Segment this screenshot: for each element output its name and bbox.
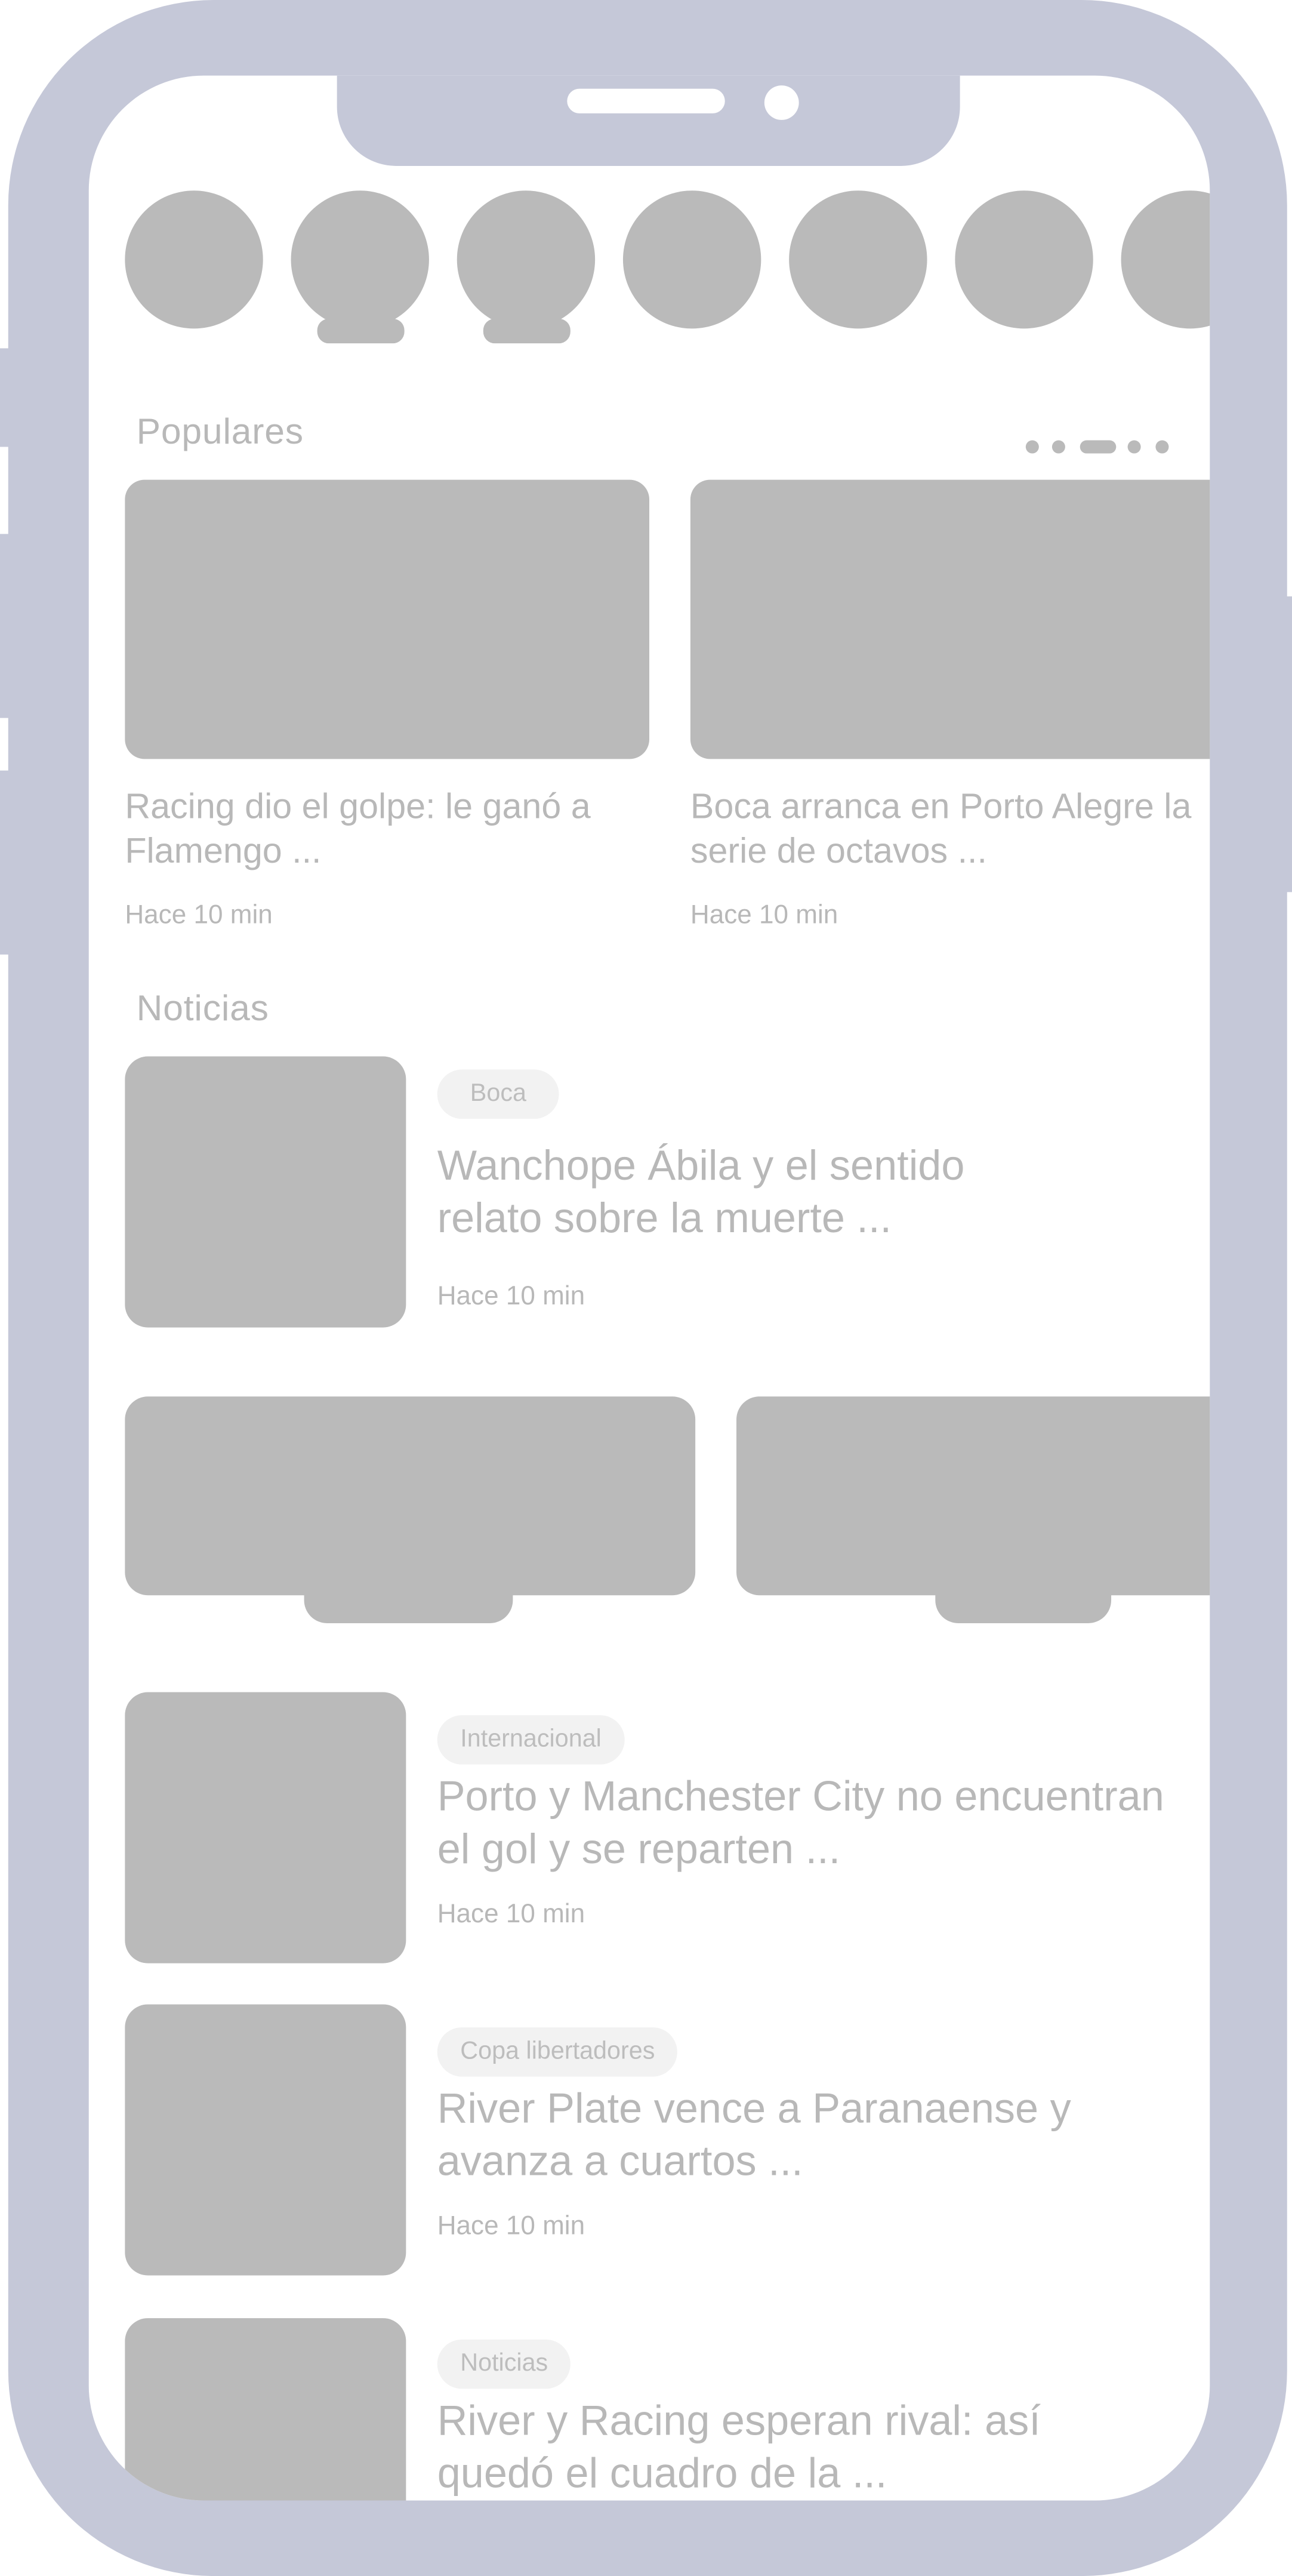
speaker bbox=[567, 88, 725, 113]
news-item-tag[interactable]: Noticias bbox=[437, 2339, 571, 2389]
volume-down-button bbox=[0, 770, 10, 955]
story-live-badge bbox=[317, 318, 405, 344]
banner-card-tab bbox=[935, 1554, 1112, 1623]
section-title-noticias: Noticias bbox=[136, 987, 269, 1029]
news-item-tag[interactable]: Internacional bbox=[437, 1715, 625, 1765]
camera-icon bbox=[764, 85, 799, 120]
news-item-title[interactable]: River Plate vence a Paranaense y avanza … bbox=[437, 2083, 1194, 2189]
popular-card-image bbox=[690, 479, 1210, 759]
pager-dot[interactable] bbox=[1155, 440, 1169, 454]
story-avatar[interactable] bbox=[622, 190, 761, 329]
screen: Populares Racing dio el golpe: le ganó a… bbox=[88, 75, 1210, 2501]
popular-card-time: Hace 10 min bbox=[690, 901, 838, 930]
news-item-image bbox=[125, 2004, 406, 2276]
news-item-title[interactable]: River y Racing esperan rival: así quedó … bbox=[437, 2395, 1128, 2500]
story-avatar[interactable] bbox=[291, 190, 429, 329]
news-item-title[interactable]: Wanchope Ábila y el sentido relato sobre… bbox=[437, 1140, 1062, 1245]
popular-card-image bbox=[125, 479, 650, 759]
phone-mockup: Populares Racing dio el golpe: le ganó a… bbox=[0, 0, 1292, 2576]
news-item-time: Hace 10 min bbox=[437, 1283, 585, 1312]
popular-card-title[interactable]: Racing dio el golpe: le ganó a Flamengo … bbox=[125, 785, 650, 874]
banner-card-tab bbox=[304, 1554, 513, 1623]
notch bbox=[337, 75, 960, 166]
news-item-image bbox=[125, 1056, 406, 1328]
story-avatar[interactable] bbox=[125, 190, 263, 329]
story-avatar[interactable] bbox=[955, 190, 1093, 329]
news-item-time: Hace 10 min bbox=[437, 2212, 585, 2241]
pager-dot-active[interactable] bbox=[1080, 440, 1117, 454]
pager-dot[interactable] bbox=[1127, 440, 1141, 454]
story-avatar[interactable] bbox=[789, 190, 927, 329]
mute-switch bbox=[0, 348, 10, 447]
popular-card-time: Hace 10 min bbox=[125, 901, 273, 930]
section-title-populares: Populares bbox=[136, 411, 304, 452]
news-item-tag[interactable]: Boca bbox=[437, 1069, 560, 1119]
story-avatar[interactable] bbox=[457, 190, 596, 329]
power-button bbox=[1282, 596, 1292, 892]
news-item-image bbox=[125, 1692, 406, 1963]
news-item-title[interactable]: Porto y Manchester City no encuentran el… bbox=[437, 1771, 1194, 1876]
news-item-image bbox=[125, 2318, 406, 2501]
pager-dot[interactable] bbox=[1052, 440, 1065, 454]
popular-card-title[interactable]: Boca arranca en Porto Alegre la serie de… bbox=[690, 785, 1210, 874]
story-live-badge bbox=[483, 318, 571, 344]
story-avatar[interactable] bbox=[1121, 190, 1210, 329]
volume-up-button bbox=[0, 534, 10, 718]
pager-dot[interactable] bbox=[1025, 440, 1039, 454]
news-item-time: Hace 10 min bbox=[437, 1901, 585, 1929]
news-item-tag[interactable]: Copa libertadores bbox=[437, 2027, 678, 2077]
